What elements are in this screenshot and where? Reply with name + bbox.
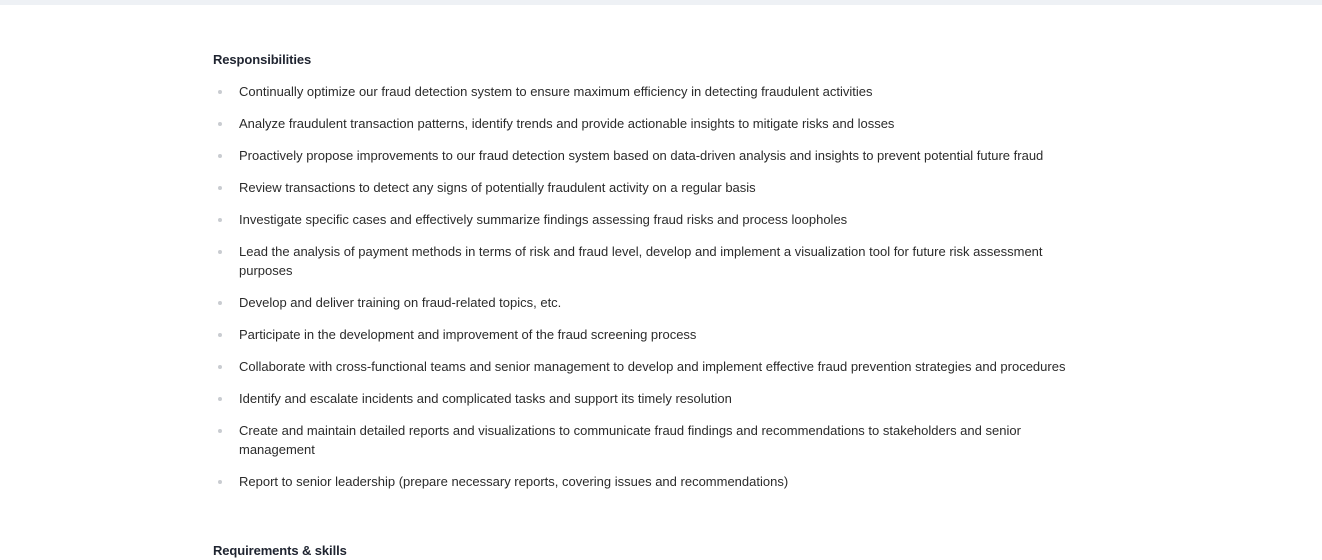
list-item: Develop and deliver training on fraud-re… — [213, 293, 1083, 312]
bullet-icon — [218, 186, 222, 190]
bullet-icon — [218, 122, 222, 126]
bullet-icon — [218, 218, 222, 222]
responsibilities-list: Continually optimize our fraud detection… — [213, 82, 1083, 491]
bullet-icon — [218, 333, 222, 337]
bullet-icon — [218, 429, 222, 433]
list-item: Proactively propose improvements to our … — [213, 146, 1083, 165]
list-item-text: Analyze fraudulent transaction patterns,… — [239, 116, 895, 131]
list-item-text: Report to senior leadership (prepare nec… — [239, 474, 789, 489]
bullet-icon — [218, 90, 222, 94]
list-item-text: Participate in the development and impro… — [239, 327, 697, 342]
list-item-text: Develop and deliver training on fraud-re… — [239, 295, 562, 310]
list-item-text: Identify and escalate incidents and comp… — [239, 391, 732, 406]
list-item-text: Lead the analysis of payment methods in … — [239, 244, 1043, 278]
bullet-icon — [218, 480, 222, 484]
list-item-text: Continually optimize our fraud detection… — [239, 84, 873, 99]
responsibilities-heading: Responsibilities — [213, 52, 312, 67]
list-item-text: Review transactions to detect any signs … — [239, 180, 756, 195]
bullet-icon — [218, 301, 222, 305]
list-item: Continually optimize our fraud detection… — [213, 82, 1083, 101]
list-item: Create and maintain detailed reports and… — [213, 421, 1083, 459]
list-item: Participate in the development and impro… — [213, 325, 1083, 344]
list-item: Identify and escalate incidents and comp… — [213, 389, 1083, 408]
top-divider-bar — [0, 0, 1322, 5]
list-item-text: Proactively propose improvements to our … — [239, 148, 1044, 163]
list-item: Review transactions to detect any signs … — [213, 178, 1083, 197]
requirements-heading: Requirements & skills — [213, 543, 347, 558]
bullet-icon — [218, 397, 222, 401]
list-item: Report to senior leadership (prepare nec… — [213, 472, 1083, 491]
list-item: Lead the analysis of payment methods in … — [213, 242, 1083, 280]
list-item: Collaborate with cross-functional teams … — [213, 357, 1083, 376]
bullet-icon — [218, 365, 222, 369]
list-item-text: Collaborate with cross-functional teams … — [239, 359, 1066, 374]
job-description-section: Responsibilities Continually optimize ou… — [213, 50, 1083, 504]
bullet-icon — [218, 250, 222, 254]
list-item-text: Investigate specific cases and effective… — [239, 212, 848, 227]
list-item: Analyze fraudulent transaction patterns,… — [213, 114, 1083, 133]
bullet-icon — [218, 154, 222, 158]
list-item: Investigate specific cases and effective… — [213, 210, 1083, 229]
list-item-text: Create and maintain detailed reports and… — [239, 423, 1021, 457]
